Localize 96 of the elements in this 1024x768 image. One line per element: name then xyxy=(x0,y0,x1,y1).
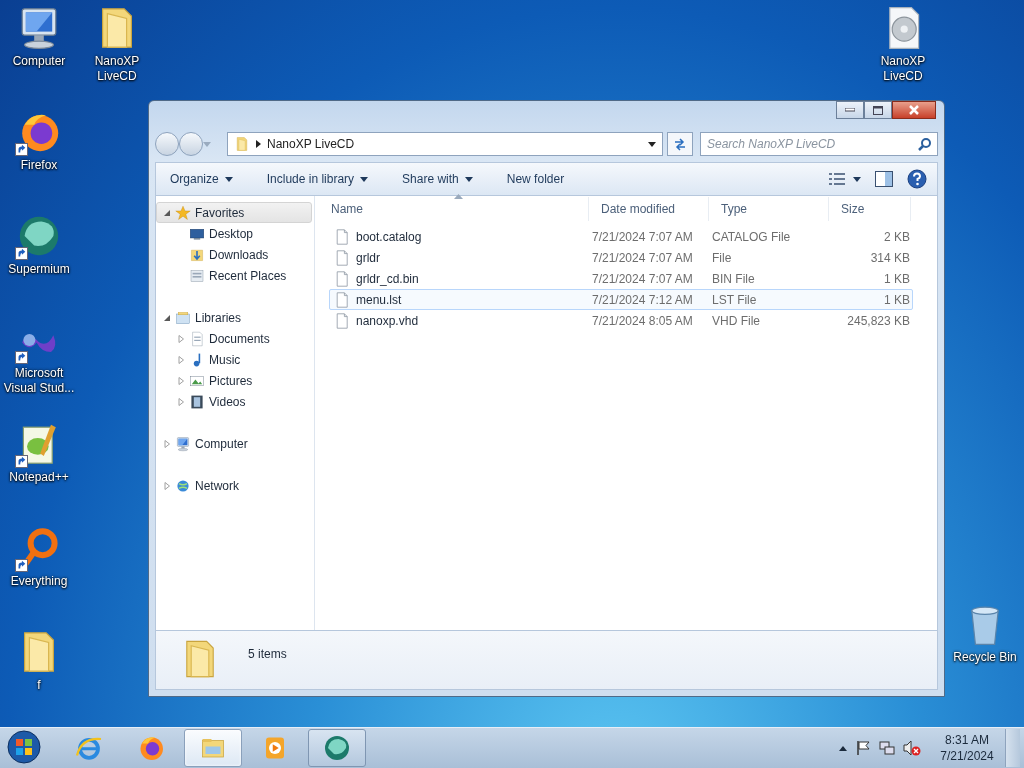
taskbar-button[interactable] xyxy=(308,729,366,767)
file-row[interactable]: grldr_cd.bin 7/21/2024 7:07 AM BIN File 1 KB xyxy=(329,268,913,289)
file-icon xyxy=(334,249,350,266)
address-bar[interactable]: NanoXP LiveCD xyxy=(227,132,663,156)
search-field[interactable]: Search NanoXP LiveCD xyxy=(700,132,938,156)
date-modified: 7/21/2024 7:07 AM xyxy=(591,271,694,286)
expanded-arrow-icon[interactable] xyxy=(163,313,171,322)
caret-icon xyxy=(360,176,369,182)
toolbar-button[interactable]: Organize xyxy=(166,170,237,188)
file-type: BIN File xyxy=(711,271,756,286)
preview-pane-icon[interactable] xyxy=(875,171,893,187)
navigation-item[interactable]: Documents xyxy=(156,328,312,349)
flag-icon[interactable] xyxy=(855,740,871,756)
file-size: 1 KB xyxy=(883,292,911,307)
navigation-item[interactable]: Computer xyxy=(156,433,312,454)
file-type: LST File xyxy=(711,292,758,307)
navigation-item[interactable]: Favorites xyxy=(156,202,312,223)
recent-icon xyxy=(189,267,205,284)
maximize-button[interactable] xyxy=(864,101,892,119)
file-icon xyxy=(334,312,350,329)
videos-icon xyxy=(189,393,205,410)
date-modified: 7/21/2024 7:07 AM xyxy=(591,229,694,244)
network-icon[interactable] xyxy=(879,740,895,756)
desktop-icon-label[interactable]: Everything xyxy=(1,574,77,589)
computer-icon xyxy=(175,435,191,452)
date-modified: 7/21/2024 8:05 AM xyxy=(591,313,694,328)
column-header[interactable]: Type xyxy=(709,197,829,221)
column-header[interactable]: Date modified xyxy=(589,197,709,221)
desktop-icon-label[interactable]: Computer xyxy=(1,54,77,69)
desktop-icon-label[interactable]: f xyxy=(1,678,77,693)
desktop-icon-label[interactable]: NanoXP LiveCD xyxy=(79,54,155,84)
caret-icon xyxy=(464,176,473,182)
show-hidden-icons-icon[interactable] xyxy=(839,745,847,751)
date-modified: 7/21/2024 7:12 AM xyxy=(591,292,694,307)
file-icon xyxy=(334,291,350,308)
file-type: CATALOG File xyxy=(711,229,792,244)
file-row[interactable]: boot.catalog 7/21/2024 7:07 AM CATALOG File 2 KB xyxy=(329,226,913,247)
navigation-item[interactable]: Desktop xyxy=(156,223,312,244)
file-icon xyxy=(334,270,350,287)
column-header[interactable]: Name xyxy=(319,197,589,221)
folder-icon xyxy=(234,136,250,152)
navigation-item[interactable]: Downloads xyxy=(156,244,312,265)
star-icon xyxy=(175,204,191,221)
desktop-icon-label[interactable]: Microsoft Visual Stud... xyxy=(1,366,77,396)
toolbar-button[interactable]: Include in library xyxy=(262,170,373,188)
file-type: File xyxy=(711,250,733,265)
file-size: 2 KB xyxy=(883,229,911,244)
item-count: 5 items xyxy=(248,647,287,661)
navigation-item[interactable]: Recent Places xyxy=(156,265,312,286)
breadcrumb-arrow-icon xyxy=(256,140,261,148)
navigation-item[interactable]: Libraries xyxy=(156,307,312,328)
clock[interactable]: 8:31 AM 7/21/2024 xyxy=(937,732,997,764)
search-icon[interactable] xyxy=(918,137,932,151)
file-icon xyxy=(334,228,350,245)
column-header[interactable]: Size xyxy=(829,197,911,221)
toolbar-button[interactable]: New folder xyxy=(502,170,569,188)
file-name: grldr xyxy=(356,250,380,265)
dropdown-caret-icon[interactable] xyxy=(648,141,656,147)
navigation-item[interactable]: Videos xyxy=(156,391,312,412)
minimize-button[interactable] xyxy=(836,101,864,119)
desktop-icon-label[interactable]: Firefox xyxy=(1,158,77,173)
file-name: menu.lst xyxy=(356,292,402,307)
desktop-icon-label[interactable]: Notepad++ xyxy=(1,470,77,485)
view-options-icon[interactable] xyxy=(829,173,861,185)
close-button[interactable] xyxy=(892,101,936,119)
file-row[interactable]: nanoxp.vhd 7/21/2024 8:05 AM VHD File 245,823 KB xyxy=(329,310,913,331)
file-size: 314 KB xyxy=(869,250,911,265)
file-row[interactable]: grldr 7/21/2024 7:07 AM File 314 KB xyxy=(329,247,913,268)
refresh-icon xyxy=(672,137,688,151)
maximize-icon xyxy=(873,105,883,115)
navigation-item[interactable]: Pictures xyxy=(156,370,312,391)
file-size: 1 KB xyxy=(883,271,911,286)
toolbar-button[interactable]: Share with xyxy=(398,170,477,188)
file-size: 245,823 KB xyxy=(846,313,911,328)
documents-icon xyxy=(189,330,205,347)
muted-speaker-icon[interactable] xyxy=(903,740,921,756)
minimize-icon xyxy=(845,108,855,112)
caret-icon xyxy=(224,176,233,182)
library-icon xyxy=(175,309,191,326)
help-icon[interactable] xyxy=(907,169,927,189)
file-name: nanoxp.vhd xyxy=(356,313,419,328)
date-modified: 7/21/2024 7:07 AM xyxy=(591,250,694,265)
file-name: boot.catalog xyxy=(356,229,422,244)
desktop-icon-label[interactable]: NanoXP LiveCD xyxy=(865,54,941,84)
close-icon xyxy=(909,105,919,115)
taskbar-button[interactable] xyxy=(184,729,242,767)
file-type: VHD File xyxy=(711,313,761,328)
expanded-arrow-icon[interactable] xyxy=(163,208,171,217)
refresh-button[interactable] xyxy=(667,132,693,156)
file-name: grldr_cd.bin xyxy=(356,271,419,286)
navigation-item[interactable]: Network xyxy=(156,475,312,496)
navigation-item[interactable]: Music xyxy=(156,349,312,370)
file-row[interactable]: menu.lst 7/21/2024 7:12 AM LST File 1 KB xyxy=(329,289,913,310)
desktop-icon-label[interactable]: Recycle Bin xyxy=(947,650,1023,665)
desktop-icon-label[interactable]: Supermium xyxy=(1,262,77,277)
network-icon xyxy=(175,477,191,494)
